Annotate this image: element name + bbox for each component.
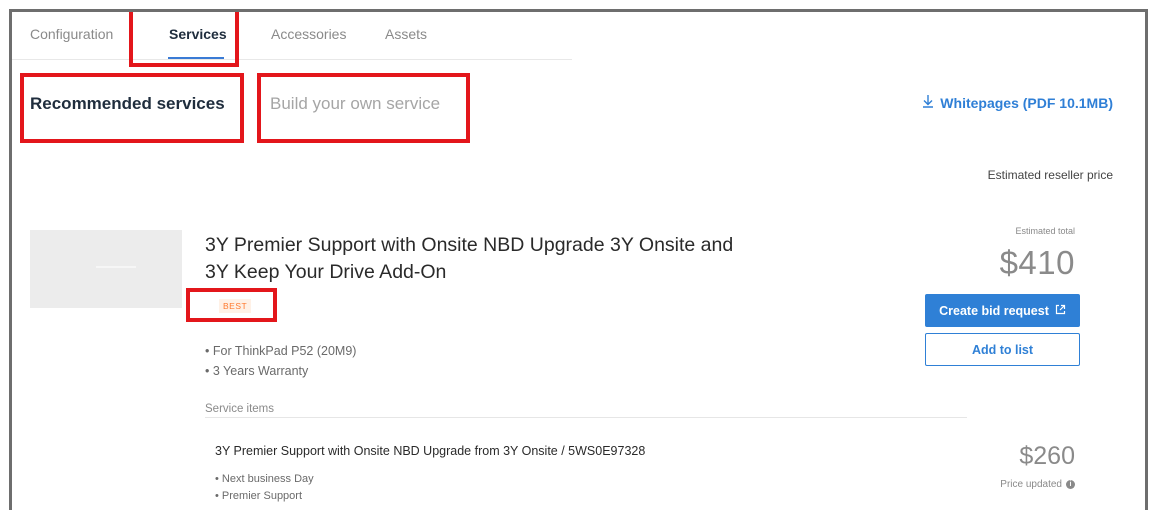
estimated-total-label: Estimated total [1015, 226, 1075, 236]
top-tabs: Configuration Services Accessories Asset… [12, 12, 1145, 60]
service-line-item-title: 3Y Premier Support with Onsite NBD Upgra… [215, 444, 646, 458]
product-thumbnail [30, 230, 182, 308]
download-icon [922, 94, 934, 111]
product-title-line-1: 3Y Premier Support with Onsite NBD Upgra… [205, 234, 734, 256]
whitepaper-download-link[interactable]: Whitepages (PDF 10.1MB) [922, 94, 1113, 111]
line-feature-item: Next business Day [215, 471, 314, 488]
price-updated-label: Price updated [1000, 479, 1062, 490]
line-feature-item: Premier Support [215, 488, 314, 505]
page-frame: Configuration Services Accessories Asset… [9, 9, 1148, 510]
subtab-build-your-own-service[interactable]: Build your own service [270, 94, 440, 114]
external-link-icon [1055, 304, 1066, 318]
best-badge: BEST [219, 299, 252, 313]
add-to-list-button[interactable]: Add to list [925, 333, 1080, 366]
feature-item: For ThinkPad P52 (20M9) [205, 341, 357, 361]
product-title: 3Y Premier Support with Onsite NBD Upgra… [205, 232, 825, 286]
price-updated-status: Price updated i [1000, 479, 1075, 490]
product-features: For ThinkPad P52 (20M9) 3 Years Warranty [205, 341, 357, 381]
info-icon[interactable]: i [1066, 480, 1075, 489]
tab-configuration[interactable]: Configuration [30, 26, 113, 42]
feature-item: 3 Years Warranty [205, 361, 356, 381]
product-title-line-2: 3Y Keep Your Drive Add-On [205, 261, 447, 283]
create-bid-request-button[interactable]: Create bid request [925, 294, 1080, 327]
tab-services[interactable]: Services [169, 26, 227, 42]
service-items-divider [205, 417, 967, 418]
whitepaper-label: Whitepages (PDF 10.1MB) [940, 94, 1113, 111]
tabs-divider [12, 59, 572, 60]
service-line-item-features: Next business Day Premier Support [215, 471, 314, 505]
tab-accessories[interactable]: Accessories [271, 26, 346, 42]
estimated-reseller-price-label: Estimated reseller price [987, 168, 1113, 182]
tab-assets[interactable]: Assets [385, 26, 427, 42]
service-items-label: Service items [205, 403, 275, 415]
subtab-recommended-services[interactable]: Recommended services [30, 94, 225, 114]
estimated-total-price: $410 [999, 244, 1075, 281]
line-item-price: $260 [1019, 442, 1075, 470]
create-bid-request-label: Create bid request [939, 303, 1049, 318]
